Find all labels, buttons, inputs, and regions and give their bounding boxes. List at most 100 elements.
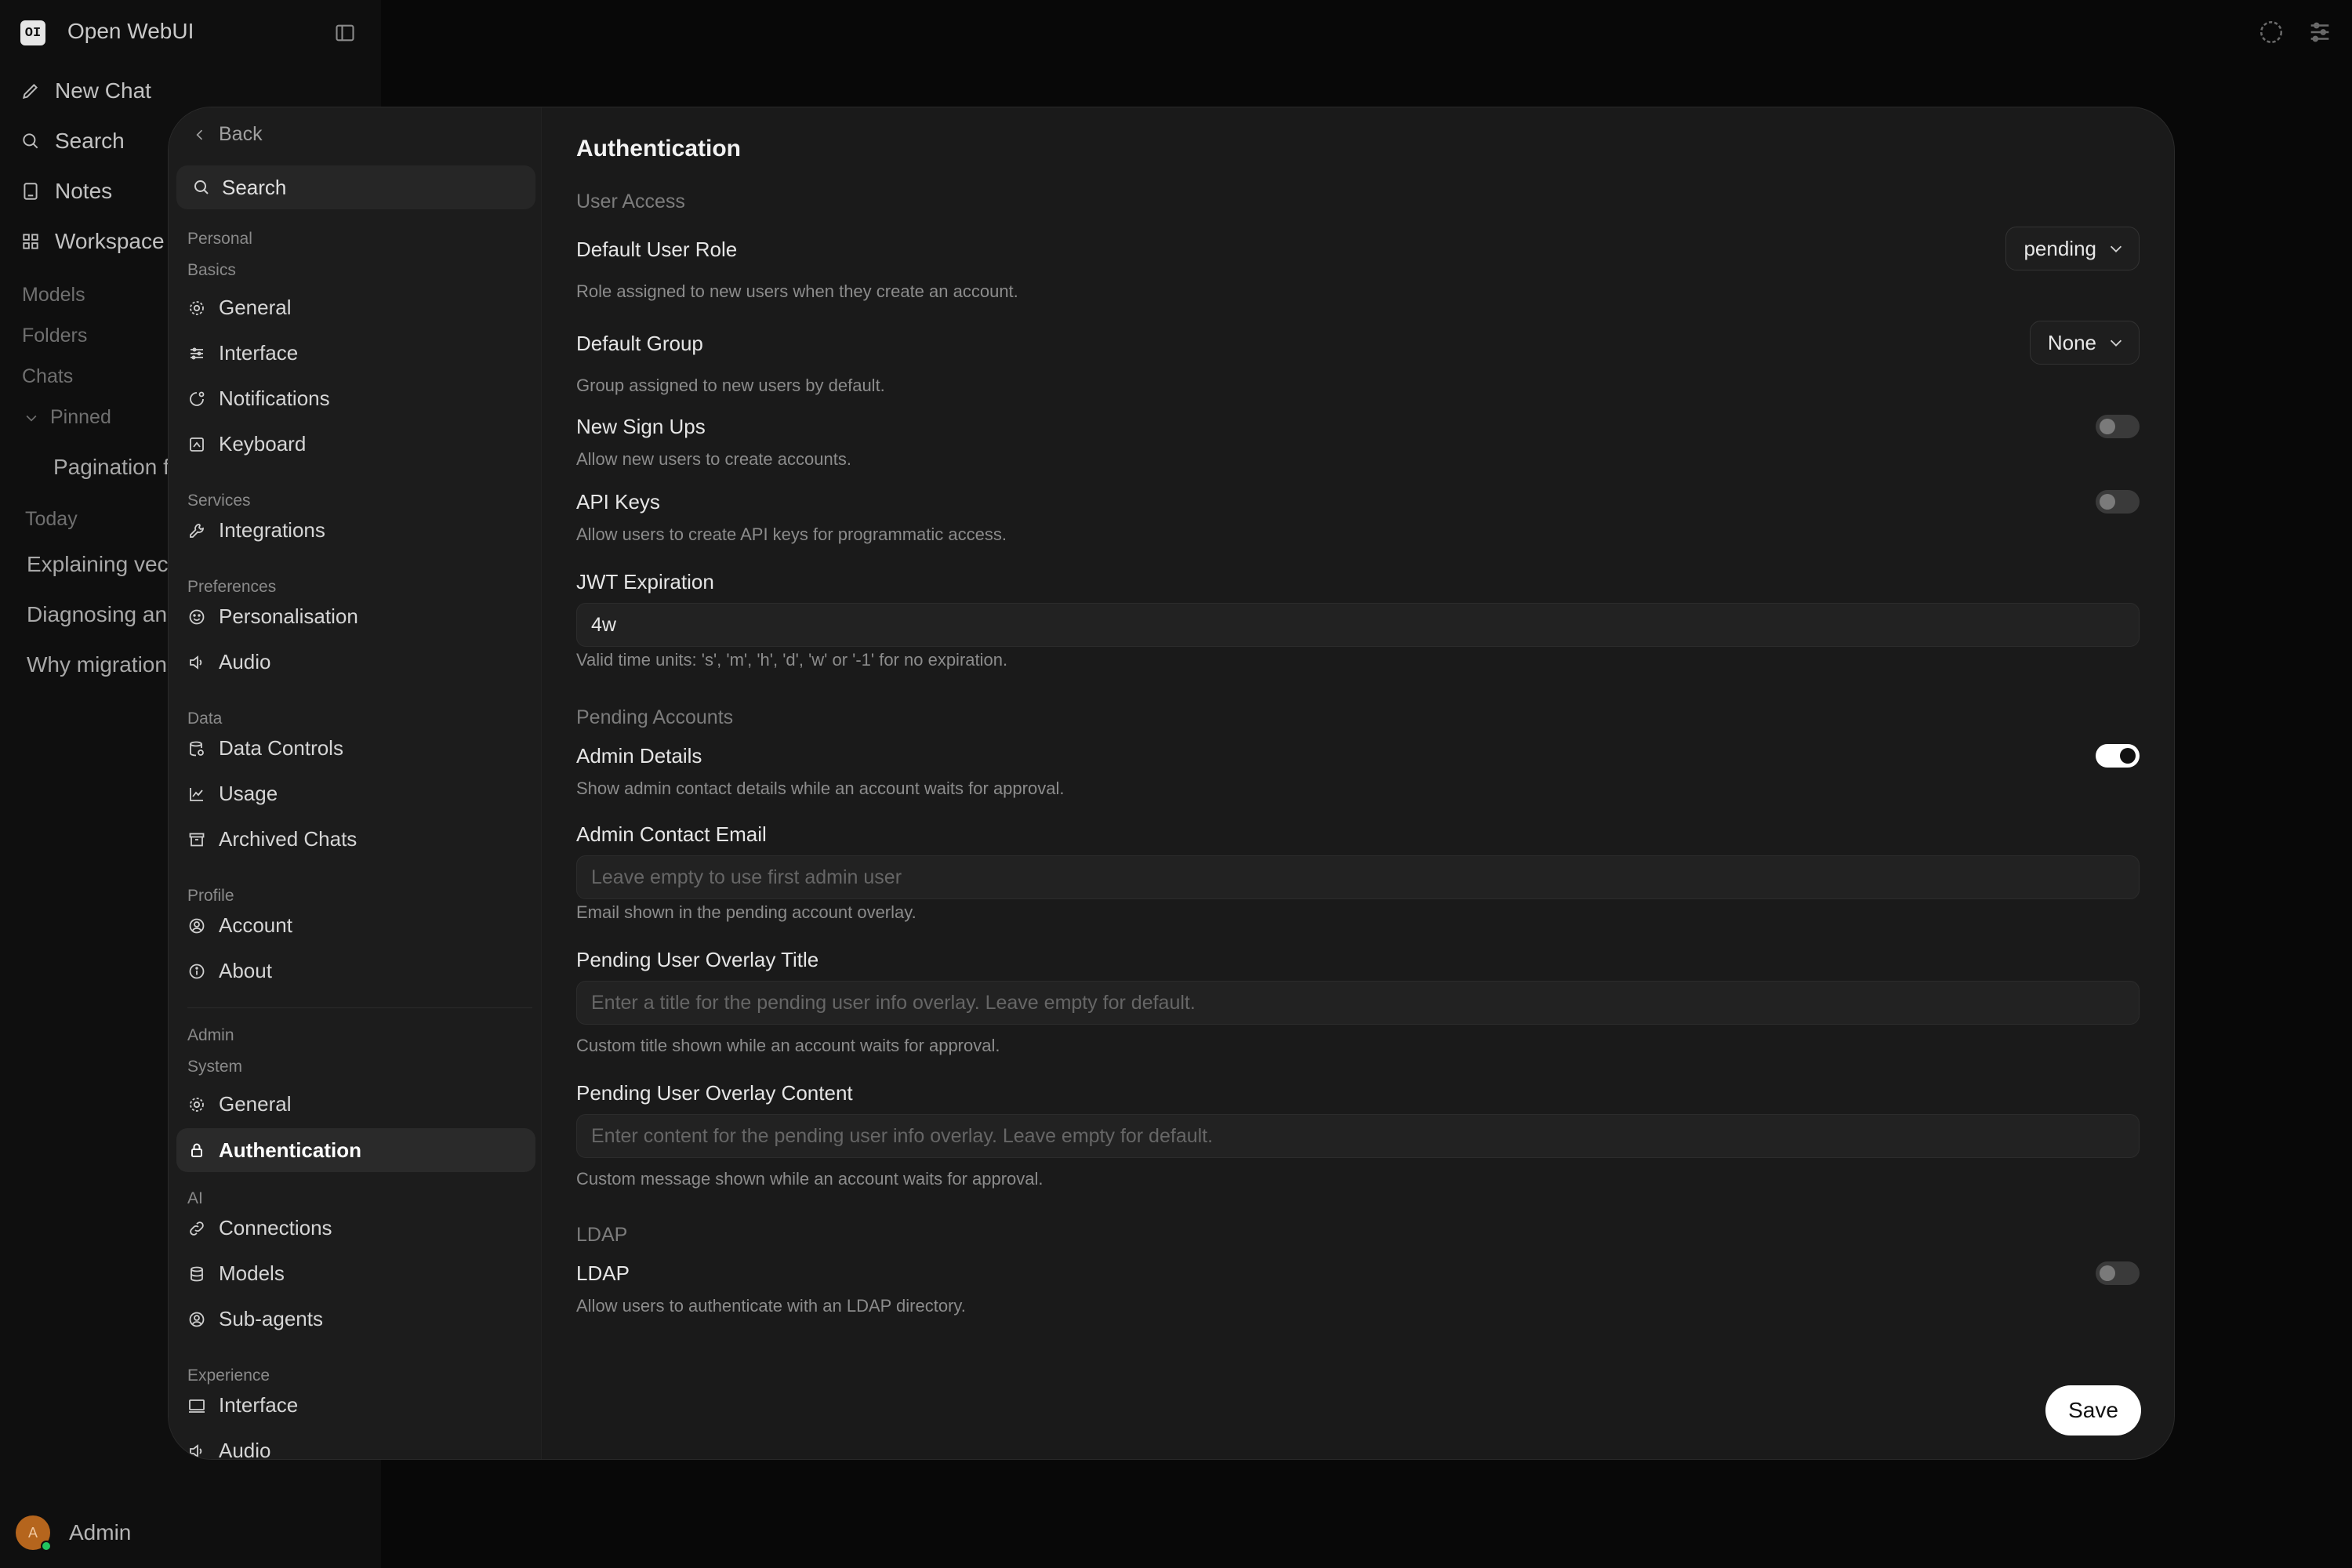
search-button[interactable]: Search (20, 129, 125, 154)
smile-icon (189, 609, 205, 624)
settings-search-label: Search (222, 175, 287, 199)
admin-email-input[interactable] (576, 855, 2140, 899)
speaker-icon (190, 1443, 202, 1458)
nav-label: Personalisation (219, 604, 358, 628)
chat-item[interactable]: Pagination f (53, 455, 169, 480)
settings-nav-sub-agents[interactable]: Sub-agents (187, 1307, 323, 1331)
settings-nav-notifications[interactable]: Notifications (187, 387, 330, 411)
admin-email-label: Admin Contact Email (576, 822, 767, 846)
settings-nav-archived-chats[interactable]: Archived Chats (187, 827, 357, 851)
jwt-expiration-input[interactable] (576, 603, 2140, 647)
overlay-content-label: Pending User Overlay Content (576, 1081, 853, 1105)
sidebar-toggle-icon[interactable] (334, 22, 356, 48)
info-icon (189, 964, 205, 978)
chats-section[interactable]: Chats (22, 365, 73, 388)
chevron-down-icon (2110, 339, 2122, 347)
toggle-knob (2100, 1265, 2115, 1281)
today-label: Today (25, 508, 78, 530)
settings-nav-personalisation[interactable]: Personalisation (187, 604, 358, 629)
nav-label: Audio (219, 650, 271, 673)
nav-label: Notifications (219, 387, 330, 410)
toggle-knob (2100, 494, 2115, 510)
default-group-select[interactable]: None (2029, 321, 2140, 365)
group-basics: Basics (187, 261, 236, 279)
save-button[interactable]: Save (2045, 1385, 2141, 1436)
controls-icon[interactable] (2307, 19, 2333, 49)
models-section[interactable]: Models (22, 284, 85, 307)
new-signups-toggle[interactable] (2096, 415, 2140, 438)
settings-nav-interface[interactable]: Interface (187, 341, 298, 365)
overlay-content-input[interactable] (576, 1114, 2140, 1158)
overlay-title-label: Pending User Overlay Title (576, 948, 819, 971)
chart-icon (190, 787, 203, 801)
settings-nav-usage[interactable]: Usage (187, 782, 278, 806)
app-title[interactable]: Open WebUI (67, 19, 194, 44)
pinned-label: Pinned (50, 406, 111, 428)
chat-item[interactable]: Explaining vect (27, 552, 174, 577)
settings-nav-integrations[interactable]: Integrations (187, 518, 325, 543)
nav-label: Usage (219, 782, 278, 805)
settings-modal: Back Search Personal Basics General Inte… (168, 107, 2175, 1460)
settings-nav-experience-interface[interactable]: Interface (187, 1393, 298, 1417)
workspace-button[interactable]: Workspace (20, 229, 165, 254)
gear-icon (190, 1097, 204, 1112)
settings-nav-about[interactable]: About (187, 959, 272, 983)
nav-label: Models (219, 1261, 285, 1285)
default-role-desc: Role assigned to new users when they cre… (576, 281, 1018, 301)
overlay-content-desc: Custom message shown while an account wa… (576, 1169, 1044, 1189)
overlay-title-input[interactable] (576, 981, 2140, 1025)
admin-details-toggle[interactable] (2096, 744, 2140, 768)
admin-details-label: Admin Details (576, 744, 702, 768)
ldap-label: LDAP (576, 1261, 630, 1285)
section-pending-accounts: Pending Accounts (576, 706, 734, 728)
online-status-dot (41, 1541, 52, 1552)
jwt-desc: Valid time units: 's', 'm', 'h', 'd', 'w… (576, 650, 1008, 670)
folders-section[interactable]: Folders (22, 325, 87, 347)
app-logo[interactable]: OI (20, 20, 45, 45)
default-role-label: Default User Role (576, 238, 738, 261)
notes-button[interactable]: Notes (20, 179, 112, 204)
settings-search[interactable]: Search (176, 165, 535, 209)
new-chat-label: New Chat (55, 78, 151, 103)
chevron-down-icon (2110, 245, 2122, 252)
nav-label: Connections (219, 1216, 332, 1240)
nav-label: Account (219, 913, 292, 937)
monitor-icon (189, 1399, 205, 1413)
search-icon (23, 133, 38, 149)
default-role-select[interactable]: pending (2005, 227, 2140, 270)
section-ldap: LDAP (576, 1224, 628, 1246)
chat-item[interactable]: Why migrations (27, 652, 178, 677)
settings-nav-data-controls[interactable]: Data Controls (187, 736, 343, 760)
settings-nav-keyboard[interactable]: Keyboard (187, 432, 306, 456)
settings-nav-authentication[interactable]: Authentication (176, 1128, 535, 1172)
nav-label: Sub-agents (219, 1307, 323, 1330)
nav-label: Data Controls (219, 736, 343, 760)
settings-nav-system-general[interactable]: General (187, 1092, 292, 1116)
ldap-toggle[interactable] (2096, 1261, 2140, 1285)
chevron-down-icon (26, 415, 37, 422)
settings-nav-models[interactable]: Models (187, 1261, 285, 1286)
loading-icon[interactable] (2258, 19, 2285, 49)
avatar-initial: A (27, 1524, 38, 1541)
user-menu[interactable]: A Admin (16, 1515, 131, 1552)
settings-nav-connections[interactable]: Connections (187, 1216, 332, 1240)
back-button[interactable]: Back (192, 123, 263, 146)
settings-nav-experience-audio[interactable]: Audio (187, 1439, 271, 1459)
group-profile: Profile (187, 887, 234, 905)
user-circle-icon (189, 1312, 205, 1327)
api-keys-toggle[interactable] (2096, 490, 2140, 514)
settings-nav-audio[interactable]: Audio (187, 650, 271, 674)
chat-item[interactable]: Diagnosing an (27, 602, 167, 627)
archive-icon (189, 833, 205, 846)
settings-nav-general[interactable]: General (187, 296, 292, 320)
speaker-icon (190, 655, 202, 670)
back-label: Back (219, 123, 263, 145)
nav-label: General (219, 1092, 292, 1116)
new-chat-button[interactable]: New Chat (20, 78, 151, 103)
admin-details-desc: Show admin contact details while an acco… (576, 779, 1065, 798)
overlay-title-desc: Custom title shown while an account wait… (576, 1036, 1000, 1055)
pinned-section[interactable]: Pinned (24, 406, 111, 429)
pencil-icon (22, 84, 38, 100)
group-admin: Admin (187, 1026, 234, 1044)
settings-nav-account[interactable]: Account (187, 913, 292, 938)
